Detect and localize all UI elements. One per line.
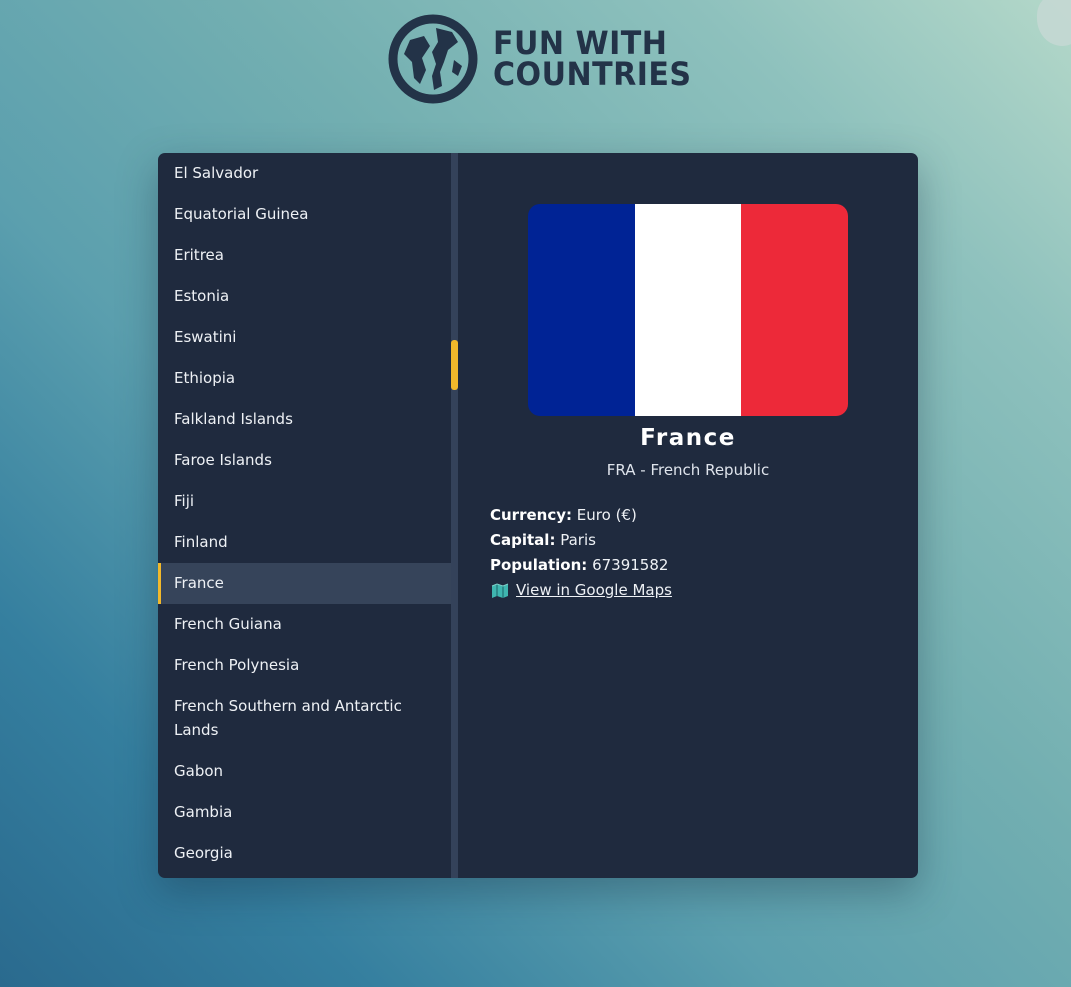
country-detail: France FRA - French Republic Currency: E… — [458, 153, 918, 878]
flag-stripe — [741, 204, 848, 416]
country-list-item[interactable]: French Polynesia — [158, 645, 451, 686]
logo-text: FUN WITH COUNTRIES — [493, 27, 692, 93]
country-facts: Currency: Euro (€) Capital: Paris Popula… — [490, 503, 672, 603]
country-list-item[interactable]: French Guiana — [158, 604, 451, 645]
country-list-item[interactable]: El Salvador — [158, 153, 451, 194]
flag-stripe — [634, 204, 742, 416]
logo[interactable]: FUN WITH COUNTRIES — [388, 14, 704, 104]
country-flag — [528, 204, 848, 416]
country-list-item[interactable]: Faroe Islands — [158, 440, 451, 481]
country-list-item[interactable]: Fiji — [158, 481, 451, 522]
country-list-item[interactable]: Georgia — [158, 833, 451, 874]
google-maps-link[interactable]: View in Google Maps — [516, 578, 672, 603]
map-icon — [491, 582, 509, 598]
country-list-item[interactable]: Gabon — [158, 751, 451, 792]
country-list-item[interactable]: Gambia — [158, 792, 451, 833]
capital-row: Capital: Paris — [490, 528, 672, 553]
globe-icon — [388, 14, 478, 104]
country-list-item[interactable]: Ethiopia — [158, 358, 451, 399]
capital-label: Capital: — [490, 531, 556, 549]
currency-label: Currency: — [490, 506, 573, 524]
logo-line-2: COUNTRIES — [493, 55, 692, 93]
country-list-item[interactable]: France — [158, 563, 451, 604]
country-list-item[interactable]: Eswatini — [158, 317, 451, 358]
population-value: 67391582 — [592, 556, 669, 574]
decorative-blob — [1037, 0, 1071, 46]
population-row: Population: 67391582 — [490, 553, 672, 578]
capital-value: Paris — [560, 531, 596, 549]
country-list-item[interactable]: French Southern and Antarctic Lands — [158, 686, 451, 751]
scrollbar-track[interactable] — [451, 153, 458, 878]
country-list-item[interactable]: Eritrea — [158, 235, 451, 276]
country-card: El Salvador Equatorial Guinea Eritrea Eston… — [158, 153, 918, 878]
scrollbar-thumb[interactable] — [451, 340, 458, 390]
currency-value: Euro (€) — [576, 506, 637, 524]
maps-row: View in Google Maps — [490, 578, 672, 603]
country-list-item[interactable]: Finland — [158, 522, 451, 563]
country-list-item[interactable]: Equatorial Guinea — [158, 194, 451, 235]
flag-stripe — [528, 204, 635, 416]
country-list-item[interactable]: Falkland Islands — [158, 399, 451, 440]
country-name: France — [640, 425, 736, 451]
country-list[interactable]: El Salvador Equatorial Guinea Eritrea Eston… — [158, 153, 451, 878]
currency-row: Currency: Euro (€) — [490, 503, 672, 528]
country-official-name: FRA - French Republic — [606, 461, 770, 479]
country-list-item[interactable]: Estonia — [158, 276, 451, 317]
population-label: Population: — [490, 556, 588, 574]
